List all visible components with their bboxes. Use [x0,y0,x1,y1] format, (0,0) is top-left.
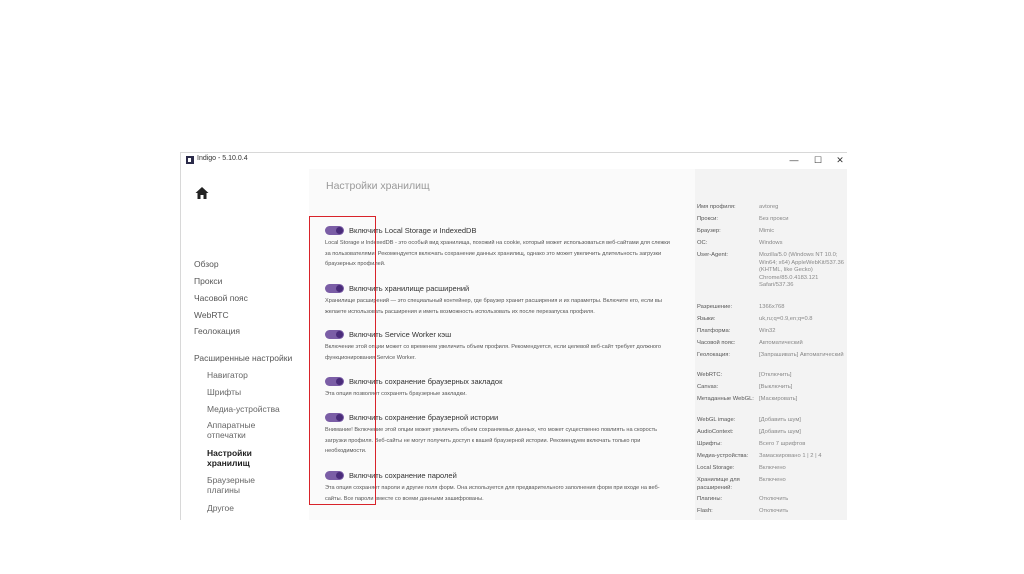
option-history: Включить сохранение браузерной истории В… [325,412,673,457]
sidebar-item-geolocation[interactable]: Геолокация [194,326,240,336]
info-key: Canvas: [697,384,719,390]
option-bookmarks: Включить сохранение браузерных закладок … [325,376,673,400]
info-value: Всего 7 шрифтов [759,441,806,447]
page-title: Настройки хранилищ [326,180,430,192]
info-value: [Маскировать] [759,396,798,402]
info-value: [Запрашивать] Автоматический [759,352,844,358]
info-value: Отключить [759,496,789,502]
info-value: Автоматический [759,340,803,346]
info-key: Часовой пояс: [697,340,736,346]
info-key: Имя профиля: [697,204,736,210]
info-key: Метаданные WebGL: [697,396,754,402]
close-button[interactable]: ✕ [833,154,847,167]
sidebar-item-hardware-fingerprints[interactable]: Аппаратные отпечатки [207,420,255,440]
sidebar-advanced-header[interactable]: Расширенные настройки [194,353,292,363]
option-description: Эта опция сохраняет пароли и другие поля… [325,485,660,502]
profile-info-panel: Имя профиля: avtoreg Прокси: Без прокси Бр… [695,169,847,520]
option-description: Включение этой опции может со временем у… [325,344,662,361]
option-extension-storage: Включить хранилище расширений Хранилище … [325,283,673,317]
info-key: Медиа-устройства: [697,453,749,459]
info-key: Геолокация: [697,352,730,358]
info-key: AudioContext: [697,429,734,435]
info-value: Включено [759,477,786,483]
info-value: avtoreg [759,204,779,210]
info-value: Включено [759,465,786,471]
option-description: Эта опция позволяет сохранять браузерные… [325,391,467,397]
sidebar-item-navigator[interactable]: Навигатор [207,370,248,380]
sidebar-item-media-devices[interactable]: Медиа-устройства [207,404,280,414]
info-value: Windows [759,240,783,246]
info-key: ОС: [697,240,708,246]
info-key: Плагины: [697,496,723,502]
option-description: Внимание! Включение этой опции может уве… [325,427,658,454]
sidebar-item-webrtc[interactable]: WebRTC [194,310,229,320]
info-key: Прокси: [697,216,718,222]
sidebar: Обзор Прокси Часовой пояс WebRTC Геолока… [181,169,309,520]
info-key: Браузер: [697,228,721,234]
info-value: Без прокси [759,216,789,222]
info-value: [Отключить] [759,372,792,378]
info-value: Mimic [759,228,775,234]
info-value: uk,ru;q=0.9,en;q=0.8 [759,316,813,322]
info-key: Flash: [697,508,713,514]
info-value: Win32 [759,328,776,334]
info-key: Языки: [697,316,716,322]
maximize-button[interactable]: ☐ [811,154,825,167]
sidebar-item-overview[interactable]: Обзор [194,259,219,269]
info-key: Хранилище для расширений: [697,477,740,491]
title-bar: Indigo - 5.10.0.4 — ☐ ✕ [181,153,847,169]
sidebar-item-other[interactable]: Другое [207,503,234,513]
info-value: Замаскировано 1 | 2 | 4 [759,453,822,459]
sidebar-item-proxy[interactable]: Прокси [194,276,222,286]
home-icon[interactable] [194,185,210,201]
sidebar-item-browser-plugins[interactable]: Браузерные плагины [207,475,255,495]
option-description: Local Storage и IndexedDB - это особый в… [325,240,670,267]
sidebar-item-timezone[interactable]: Часовой пояс [194,293,248,303]
option-service-worker: Включить Service Worker кэш Включение эт… [325,329,673,363]
info-key: Local Storage: [697,465,735,471]
option-description: Хранилище расширений — это специальный к… [325,298,662,315]
app-logo-icon [186,156,194,164]
info-key: WebRTC: [697,372,723,378]
highlight-box [309,216,376,505]
info-value: [Добавить шум] [759,429,801,435]
info-key: User-Agent: [697,252,728,258]
info-value: Отключить [759,508,789,514]
info-key: Разрешение: [697,304,733,310]
option-passwords: Включить сохранение паролей Эта опция со… [325,470,673,504]
info-value: [Добавить шум] [759,417,801,423]
option-local-storage: Включить Local Storage и IndexedDB Local… [325,225,673,270]
info-key: Платформа: [697,328,731,334]
info-value: Mozilla/5.0 (Windows NT 10.0; Win64; x64… [759,252,844,288]
info-value: 1366x768 [759,304,785,310]
app-window: Indigo - 5.10.0.4 — ☐ ✕ Обзор Прокси Час… [180,152,847,520]
sidebar-item-fonts[interactable]: Шрифты [207,387,241,397]
minimize-button[interactable]: — [787,154,801,167]
info-key: Шрифты: [697,441,722,447]
window-title: Indigo - 5.10.0.4 [197,155,248,162]
info-value: [Выключить] [759,384,793,390]
info-key: WebGL image: [697,417,736,423]
sidebar-item-storage-settings[interactable]: Настройки хранилищ [207,448,252,468]
